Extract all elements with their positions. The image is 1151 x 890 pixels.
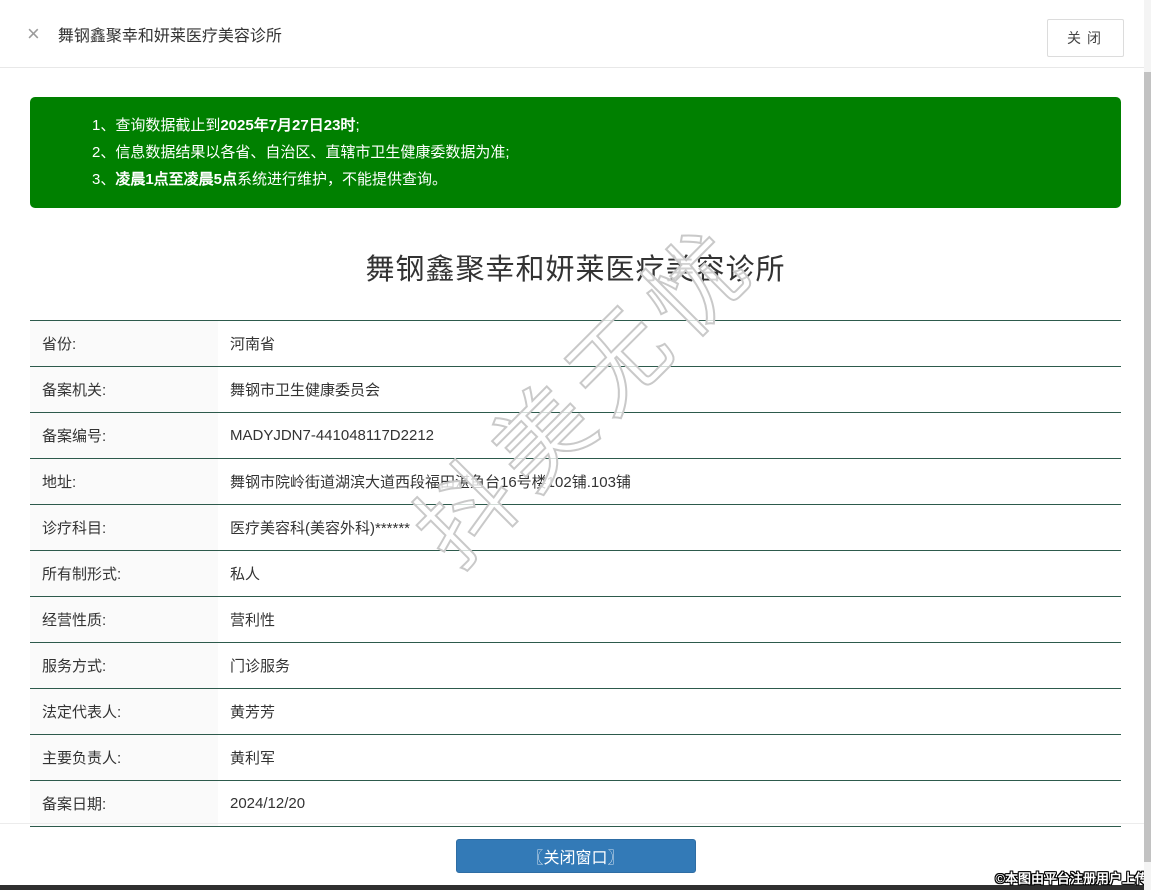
row-value: 黄芳芳 <box>230 704 276 721</box>
notice-line-2: 2、信息数据结果以各省、自治区、直辖市卫生健康委数据为准; <box>92 144 510 161</box>
close-x-icon[interactable]: × <box>27 22 40 45</box>
row-value: 营利性 <box>230 612 276 629</box>
table-row-filing-number: 备案编号: MADYJDN7-441048117D2212 <box>30 413 1121 459</box>
close-button[interactable]: 关闭 <box>1047 19 1124 57</box>
dialog-header: × 舞钢鑫聚幸和妍莱医疗美容诊所 关闭 <box>0 0 1151 68</box>
row-label: 主要负责人: <box>30 735 218 780</box>
table-row-business-nature: 经营性质: 营利性 <box>30 597 1121 643</box>
scrollbar-thumb[interactable] <box>1144 72 1151 862</box>
row-label: 备案机关: <box>30 367 218 412</box>
table-row-province: 省份: 河南省 <box>30 321 1121 367</box>
row-label: 省份: <box>30 321 218 366</box>
notice-line-3: 3、凌晨1点至凌晨5点系统进行维护，不能提供查询。 <box>92 171 448 188</box>
bottom-dark-bar <box>0 885 1151 890</box>
row-value: 黄利军 <box>230 750 276 767</box>
row-value: 门诊服务 <box>230 658 291 675</box>
copyright-text: ©本图由平台注册用户上传 <box>995 871 1148 886</box>
table-row-service-mode: 服务方式: 门诊服务 <box>30 643 1121 689</box>
row-label: 法定代表人: <box>30 689 218 734</box>
notice-line-1: 1、查询数据截止到2025年7月27日23时; <box>92 117 360 134</box>
row-value: 河南省 <box>230 336 276 353</box>
clinic-title: 舞钢鑫聚幸和妍莱医疗美容诊所 <box>365 254 786 286</box>
table-row-departments: 诊疗科目: 医疗美容科(美容外科)****** <box>30 505 1121 551</box>
row-value: 舞钢市院岭街道湖滨大道西段福田湛鱼台16号楼102铺.103铺 <box>230 474 631 491</box>
table-row-filing-date: 备案日期: 2024/12/20 <box>30 781 1121 827</box>
row-label: 地址: <box>30 459 218 504</box>
table-row-filing-authority: 备案机关: 舞钢市卫生健康委员会 <box>30 367 1121 413</box>
row-value: MADYJDN7-441048117D2212 <box>230 427 435 444</box>
row-label: 备案编号: <box>30 413 218 458</box>
table-row-legal-representative: 法定代表人: 黄芳芳 <box>30 689 1121 735</box>
close-window-button[interactable]: 〖关闭窗口〗 <box>455 839 696 873</box>
row-value: 医疗美容科(美容外科)****** <box>230 520 411 537</box>
table-row-ownership: 所有制形式: 私人 <box>30 551 1121 597</box>
row-label: 诊疗科目: <box>30 505 218 550</box>
dialog-title: 舞钢鑫聚幸和妍莱医疗美容诊所 <box>57 27 282 45</box>
row-label: 所有制形式: <box>30 551 218 596</box>
row-value: 2024/12/20 <box>230 795 306 812</box>
row-value: 私人 <box>230 566 261 583</box>
table-row-principal: 主要负责人: 黄利军 <box>30 735 1121 781</box>
row-label: 服务方式: <box>30 643 218 688</box>
scrollbar-track[interactable] <box>1144 0 1151 890</box>
info-table: 省份: 河南省 备案机关: 舞钢市卫生健康委员会 备案编号: MADYJDN7-… <box>30 320 1121 827</box>
row-value: 舞钢市卫生健康委员会 <box>230 382 381 399</box>
table-row-address: 地址: 舞钢市院岭街道湖滨大道西段福田湛鱼台16号楼102铺.103铺 <box>30 459 1121 505</box>
notice-box: 1、查询数据截止到2025年7月27日23时; 2、信息数据结果以各省、自治区、… <box>30 97 1121 208</box>
footer-divider <box>0 823 1151 824</box>
row-label: 经营性质: <box>30 597 218 642</box>
row-label: 备案日期: <box>30 781 218 826</box>
